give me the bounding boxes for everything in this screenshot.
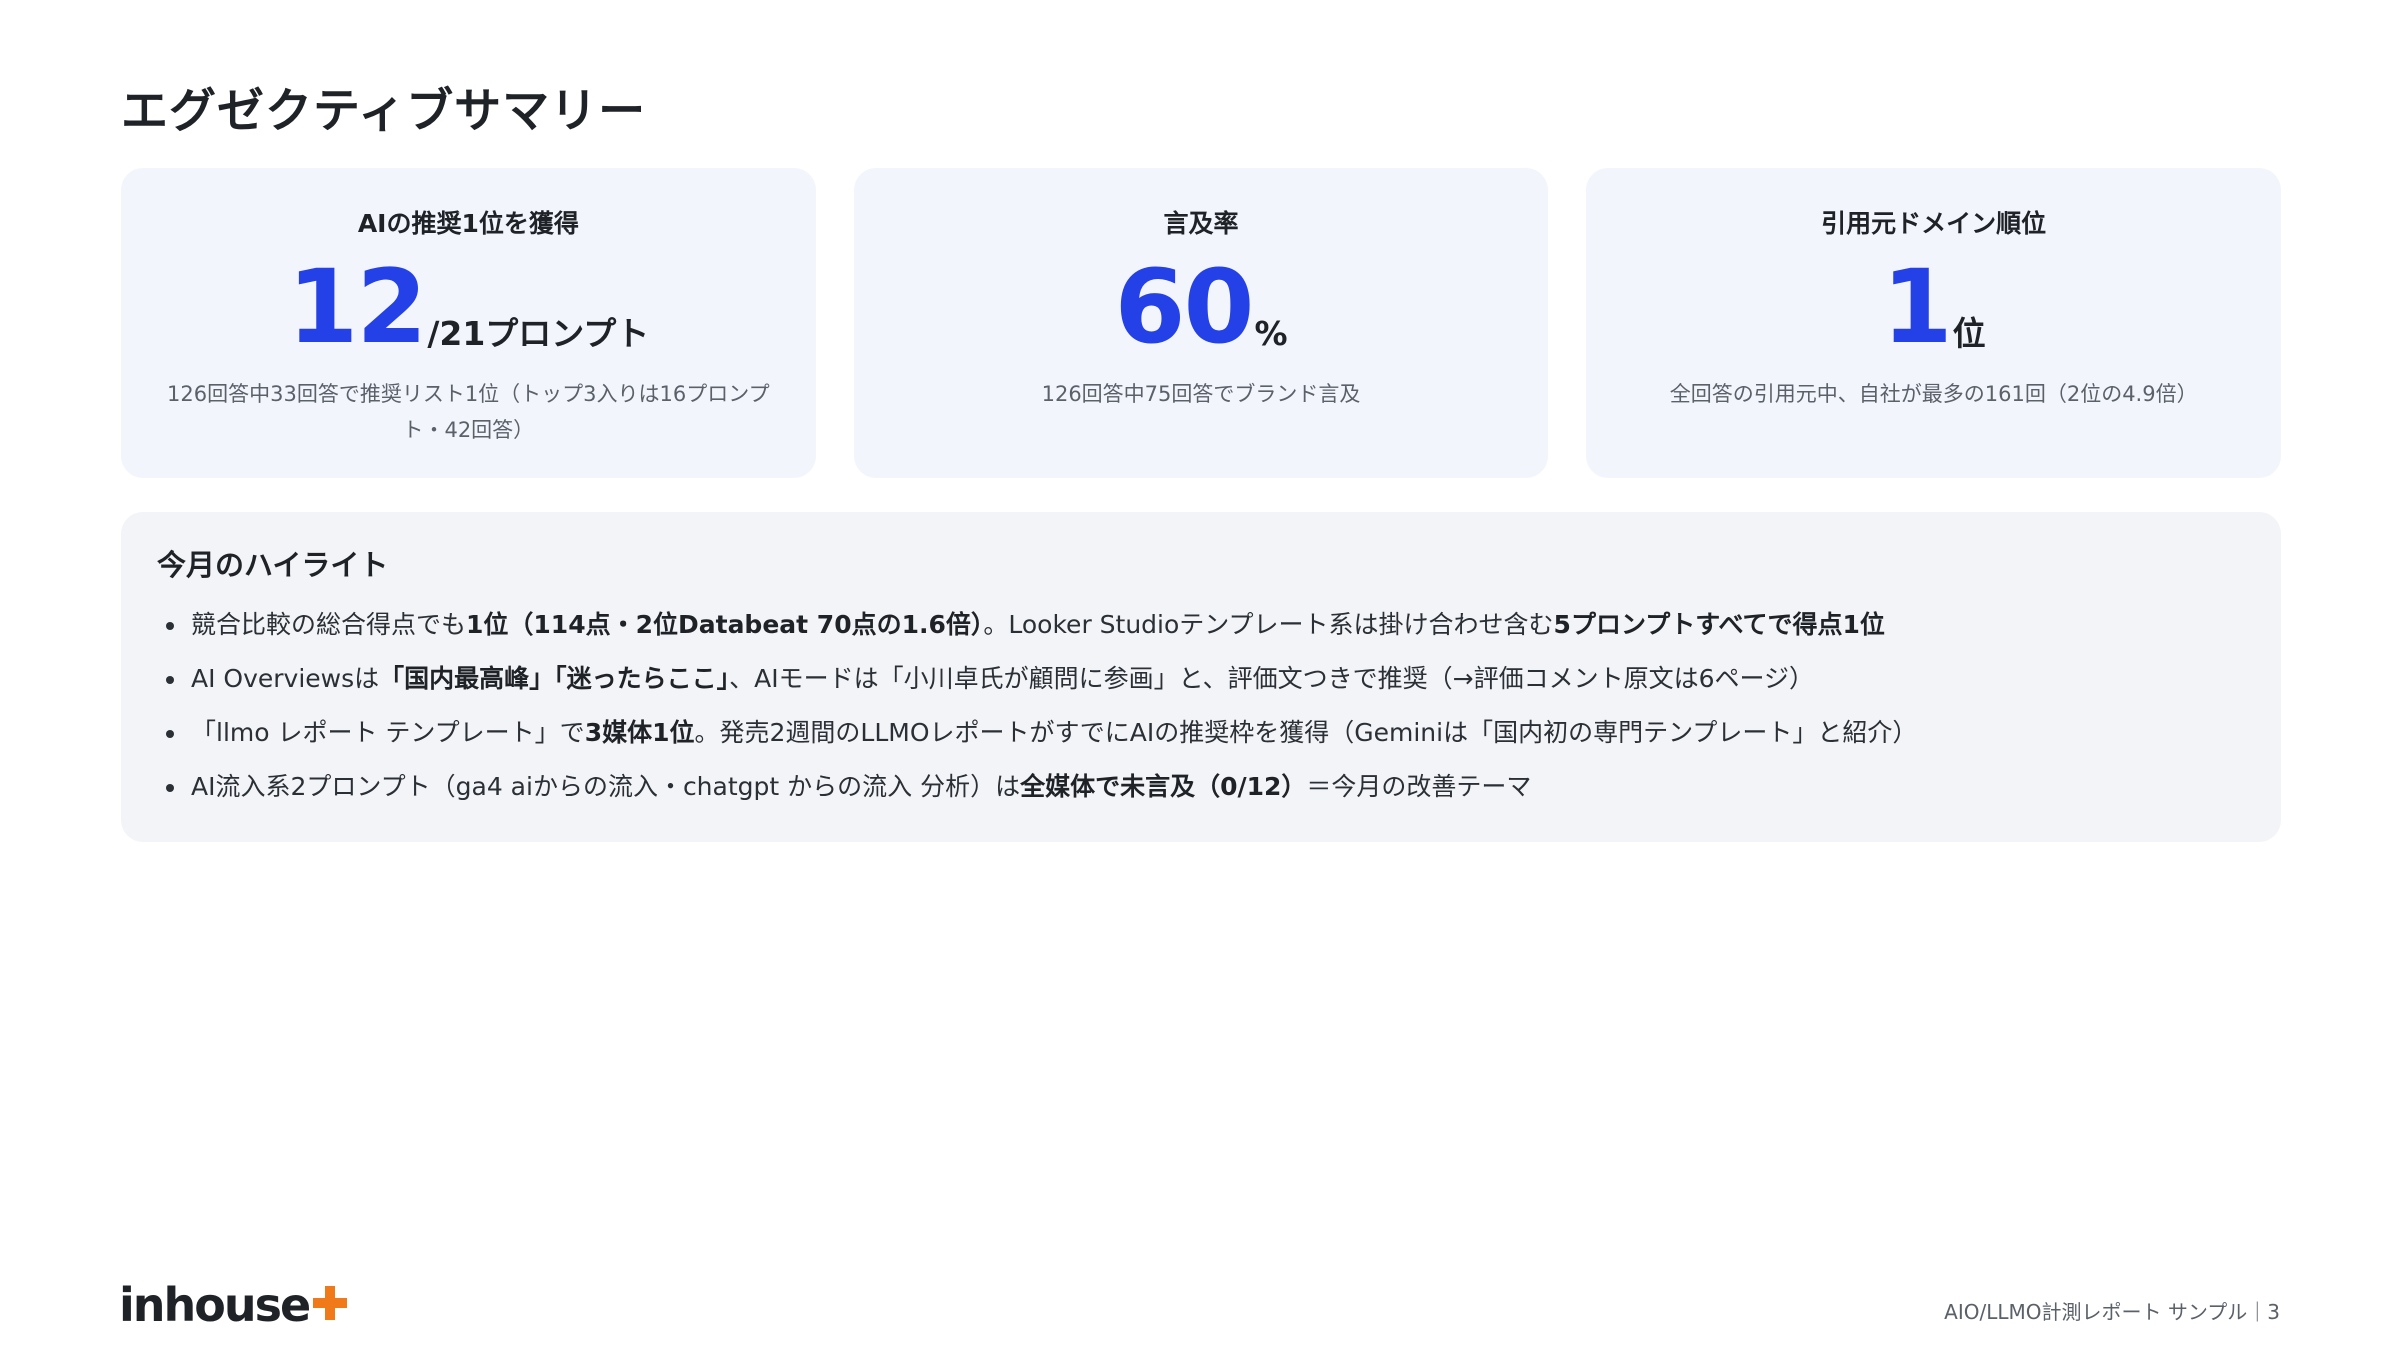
kpi-card-top-recommendation: AIの推奨1位を獲得 12 /21プロンプト 126回答中33回答で推奨リスト1… — [121, 168, 816, 478]
highlight-item: AI Overviewsは「国内最高峰」「迷ったらここ」、AIモードは「小川卓氏… — [157, 652, 2245, 706]
highlight-text: 。発売2週間のLLMOレポートがすでにAIの推奨枠を獲得（Geminiは「国内初… — [694, 718, 1918, 747]
highlight-text: 「llmo レポート テンプレート」で — [191, 718, 585, 747]
kpi-note: 126回答中75回答でブランド言及 — [1041, 382, 1361, 406]
highlights-title: 今月のハイライト — [157, 548, 389, 582]
highlight-item: 「llmo レポート テンプレート」で3媒体1位。発売2週間のLLMOレポートが… — [157, 706, 2245, 760]
kpi-card-citation-rank: 引用元ドメイン順位 1 位 全回答の引用元中、自社が最多の161回（2位の4.9… — [1586, 168, 2282, 478]
slide-page: エグゼクティブサマリー AIの推奨1位を獲得 12 /21プロンプト 126回答… — [0, 0, 2400, 1350]
highlight-text: 、AIモードは「小川卓氏が顧問に参画」と、評価文つきで推奨（→評価コメント原文は… — [729, 664, 1815, 693]
brand-logo: inhouse — [119, 1280, 349, 1330]
highlight-text: 競合比較の総合得点でも — [191, 610, 467, 639]
highlight-text: 。Looker Studioテンプレート系は掛け合わせ含む — [983, 610, 1554, 639]
highlight-text: AI流入系2プロンプト（ga4 aiからの流入・chatgpt からの流入 分析… — [191, 772, 1021, 801]
logo-wordmark: inhouse — [119, 1278, 311, 1332]
highlight-emphasis: 全媒体で未言及（0/12） — [1020, 772, 1307, 801]
highlights-list: 競合比較の総合得点でも1位（114点・2位Databeat 70点の1.6倍）。… — [157, 598, 2245, 814]
kpi-title: 引用元ドメイン順位 — [1821, 209, 2047, 238]
kpi-unit: % — [1254, 314, 1288, 353]
kpi-value-line: 60 % — [1114, 248, 1288, 367]
highlight-item: AI流入系2プロンプト（ga4 aiからの流入・chatgpt からの流入 分析… — [157, 760, 2245, 814]
kpi-title: 言及率 — [1163, 209, 1239, 238]
kpi-title: AIの推奨1位を獲得 — [357, 209, 579, 238]
kpi-unit: /21プロンプト — [427, 314, 650, 353]
highlight-emphasis: 5プロンプトすべてで得点1位 — [1553, 610, 1885, 639]
highlight-text: ＝今月の改善テーマ — [1306, 772, 1532, 801]
page-title: エグゼクティブサマリー — [121, 84, 647, 139]
highlight-text: AI Overviewsは — [191, 664, 380, 693]
kpi-value: 1 — [1881, 248, 1953, 367]
kpi-value: 12 — [287, 248, 427, 367]
kpi-row: AIの推奨1位を獲得 12 /21プロンプト 126回答中33回答で推奨リスト1… — [121, 168, 2282, 478]
plus-icon — [313, 1286, 348, 1320]
highlights-panel: 今月のハイライト 競合比較の総合得点でも1位（114点・2位Databeat 7… — [121, 512, 2281, 842]
kpi-card-mention-rate: 言及率 60 % 126回答中75回答でブランド言及 — [853, 168, 1549, 478]
kpi-value: 60 — [1114, 248, 1254, 367]
highlight-item: 競合比較の総合得点でも1位（114点・2位Databeat 70点の1.6倍）。… — [157, 598, 2245, 652]
kpi-note: 全回答の引用元中、自社が最多の161回（2位の4.9倍） — [1669, 382, 2198, 406]
kpi-note: 126回答中33回答で推奨リスト1位（トップ3入りは16プロンプト・42回答） — [167, 382, 770, 442]
highlight-emphasis: 3媒体1位 — [584, 718, 695, 747]
footer-page-label: AIO/LLMO計測レポート サンプル｜3 — [1944, 1300, 2280, 1324]
highlight-emphasis: 1位（114点・2位Databeat 70点の1.6倍） — [466, 610, 984, 639]
kpi-value-line: 12 /21プロンプト — [287, 248, 650, 367]
kpi-value-line: 1 位 — [1881, 248, 1986, 367]
highlight-emphasis: 「国内最高峰」「迷ったらここ」 — [379, 664, 730, 693]
kpi-unit: 位 — [1952, 314, 1986, 353]
